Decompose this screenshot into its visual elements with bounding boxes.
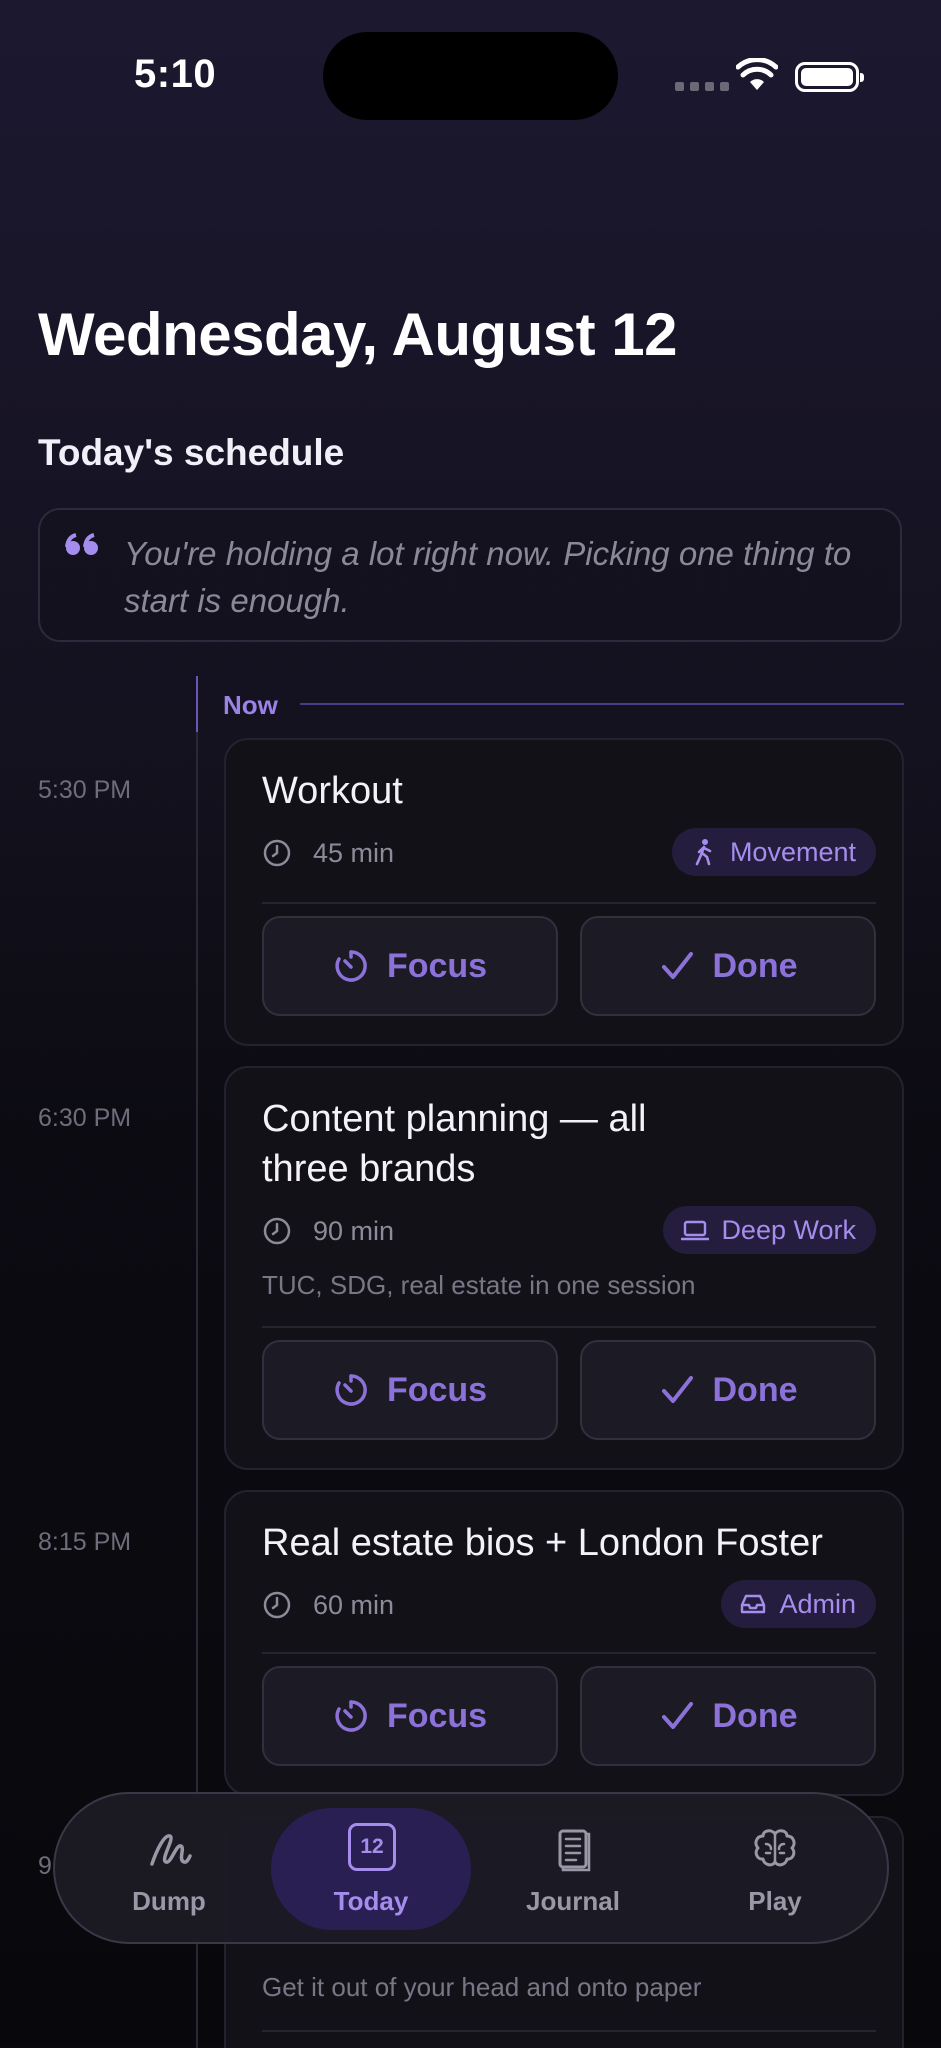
tag-label: Admin	[779, 1588, 856, 1619]
inbox-icon	[741, 1594, 766, 1614]
done-button[interactable]: Done	[580, 1340, 876, 1440]
task-duration: 90 min	[313, 1216, 395, 1246]
focus-button[interactable]: Focus	[262, 1340, 558, 1440]
page-title: Wednesday, August 12	[38, 301, 678, 368]
scribble-icon	[150, 1834, 192, 1866]
done-button[interactable]: Done	[580, 1666, 876, 1766]
tab-today[interactable]: 12 Today	[271, 1794, 471, 1946]
category-tag: Admin	[721, 1580, 876, 1628]
done-label: Done	[712, 1370, 798, 1409]
done-button[interactable]: Done	[580, 916, 876, 1016]
task-card[interactable]: Workout 45 min Movement Focus Done	[224, 738, 904, 1046]
tab-label: Dump	[132, 1886, 206, 1916]
tab-journal[interactable]: Journal	[473, 1794, 673, 1946]
tab-bar: Dump 12 Today Journal Play	[53, 1792, 889, 1944]
encouragement-card: You're holding a lot right now. Picking …	[38, 508, 902, 642]
brain-icon	[754, 1829, 796, 1867]
quote-icon	[65, 533, 98, 555]
timeline-now-segment	[196, 676, 198, 732]
cellular-signal-icon	[675, 82, 729, 91]
tab-label: Today	[333, 1886, 409, 1916]
tag-label: Deep Work	[721, 1214, 856, 1245]
timer-icon	[335, 1700, 367, 1732]
walking-person-icon	[695, 839, 712, 866]
focus-label: Focus	[386, 1696, 488, 1735]
now-label: Now	[223, 690, 278, 720]
task-duration: 60 min	[313, 1590, 395, 1620]
calendar-icon: 12	[348, 1823, 396, 1871]
task-time: 9	[38, 1852, 52, 1880]
task-title: Real estate bios + London Foster	[262, 1522, 823, 1564]
divider	[262, 2030, 876, 2032]
timer-icon	[335, 1374, 367, 1406]
tab-play[interactable]: Play	[675, 1794, 875, 1946]
task-card[interactable]: Content planning — all three brands 90 m…	[224, 1066, 904, 1470]
checkmark-icon	[661, 1702, 693, 1729]
clock-icon	[263, 1217, 291, 1245]
wifi-icon	[736, 58, 778, 90]
focus-button[interactable]: Focus	[262, 1666, 558, 1766]
focus-label: Focus	[386, 946, 488, 985]
notebook-icon	[558, 1829, 591, 1872]
tab-dump[interactable]: Dump	[69, 1794, 269, 1946]
divider	[262, 1326, 876, 1328]
quote-text: You're holding a lot right now. Picking …	[124, 535, 852, 619]
task-card[interactable]: Real estate bios + London Foster 60 min …	[224, 1490, 904, 1796]
done-label: Done	[712, 1696, 798, 1735]
now-indicator-line	[300, 703, 904, 705]
divider	[262, 1652, 876, 1654]
task-duration: 45 min	[313, 838, 395, 868]
tag-label: Movement	[729, 836, 856, 867]
status-time: 5:10	[134, 52, 217, 96]
dynamic-island	[323, 32, 618, 120]
done-label: Done	[712, 946, 798, 985]
laptop-icon	[681, 1220, 710, 1241]
checkmark-icon	[661, 952, 693, 979]
task-note: TUC, SDG, real estate in one session	[262, 1270, 696, 1300]
tab-label: Journal	[526, 1886, 620, 1916]
focus-label: Focus	[386, 1370, 488, 1409]
task-title: Workout	[262, 770, 403, 812]
battery-icon	[795, 62, 864, 92]
tab-label: Play	[748, 1886, 802, 1916]
task-time: 8:15 PM	[38, 1528, 132, 1556]
checkmark-icon	[661, 1376, 693, 1403]
section-title: Today's schedule	[38, 432, 345, 473]
focus-button[interactable]: Focus	[262, 916, 558, 1016]
divider	[262, 902, 876, 904]
category-tag: Deep Work	[663, 1206, 876, 1254]
task-title: Content planning — all three brands	[262, 1098, 647, 1190]
clock-icon	[263, 839, 291, 867]
task-note: Get it out of your head and onto paper	[262, 1972, 702, 2002]
clock-icon	[263, 1591, 291, 1619]
category-tag: Movement	[671, 828, 876, 876]
timer-icon	[335, 950, 367, 982]
task-time: 5:30 PM	[38, 776, 132, 804]
task-time: 6:30 PM	[38, 1104, 132, 1132]
